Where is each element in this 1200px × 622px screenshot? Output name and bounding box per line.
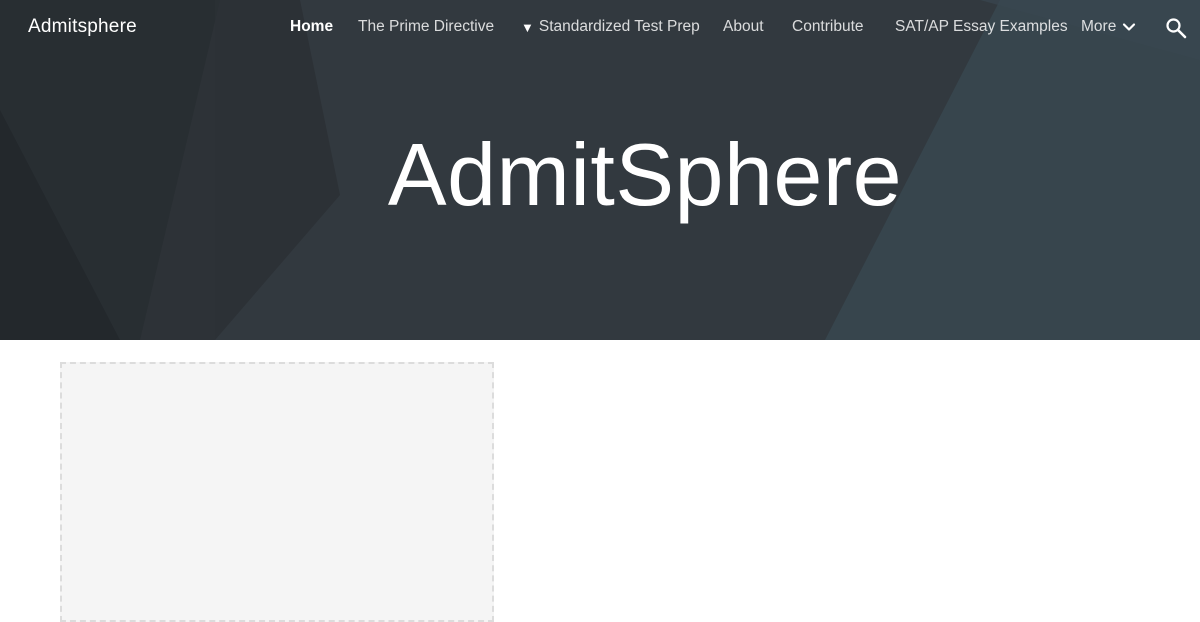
nav-item-standardized-test-prep[interactable]: ▼ Standardized Test Prep [521,18,700,36]
chevron-down-icon [1123,23,1136,31]
nav-item-prime-directive[interactable]: The Prime Directive [358,18,494,36]
nav-menu: Home The Prime Directive ▼ Standardized … [0,18,1200,40]
nav-item-label: About [723,18,764,35]
nav-item-contribute[interactable]: Contribute [792,18,864,36]
page-title: AdmitSphere [387,125,903,224]
top-navigation: Admitsphere Home The Prime Directive ▼ S… [0,0,1200,56]
nav-item-label: Home [290,18,334,35]
embed-placeholder [60,362,494,622]
triangle-down-icon: ▼ [521,19,534,35]
nav-item-about[interactable]: About [723,18,764,36]
nav-item-label: The Prime Directive [358,18,495,35]
nav-item-more[interactable]: More [1081,18,1136,36]
nav-item-label: Standardized Test Prep [538,18,700,35]
nav-item-label: More [1081,18,1117,35]
nav-item-label: SAT/AP Essay Examples [895,18,1068,35]
nav-item-home[interactable]: Home [290,18,333,36]
hero-banner: Admitsphere Home The Prime Directive ▼ S… [0,0,1200,340]
search-icon[interactable] [1164,16,1188,40]
nav-item-essay-examples[interactable]: SAT/AP Essay Examples [895,18,1068,36]
nav-item-label: Contribute [792,18,864,35]
